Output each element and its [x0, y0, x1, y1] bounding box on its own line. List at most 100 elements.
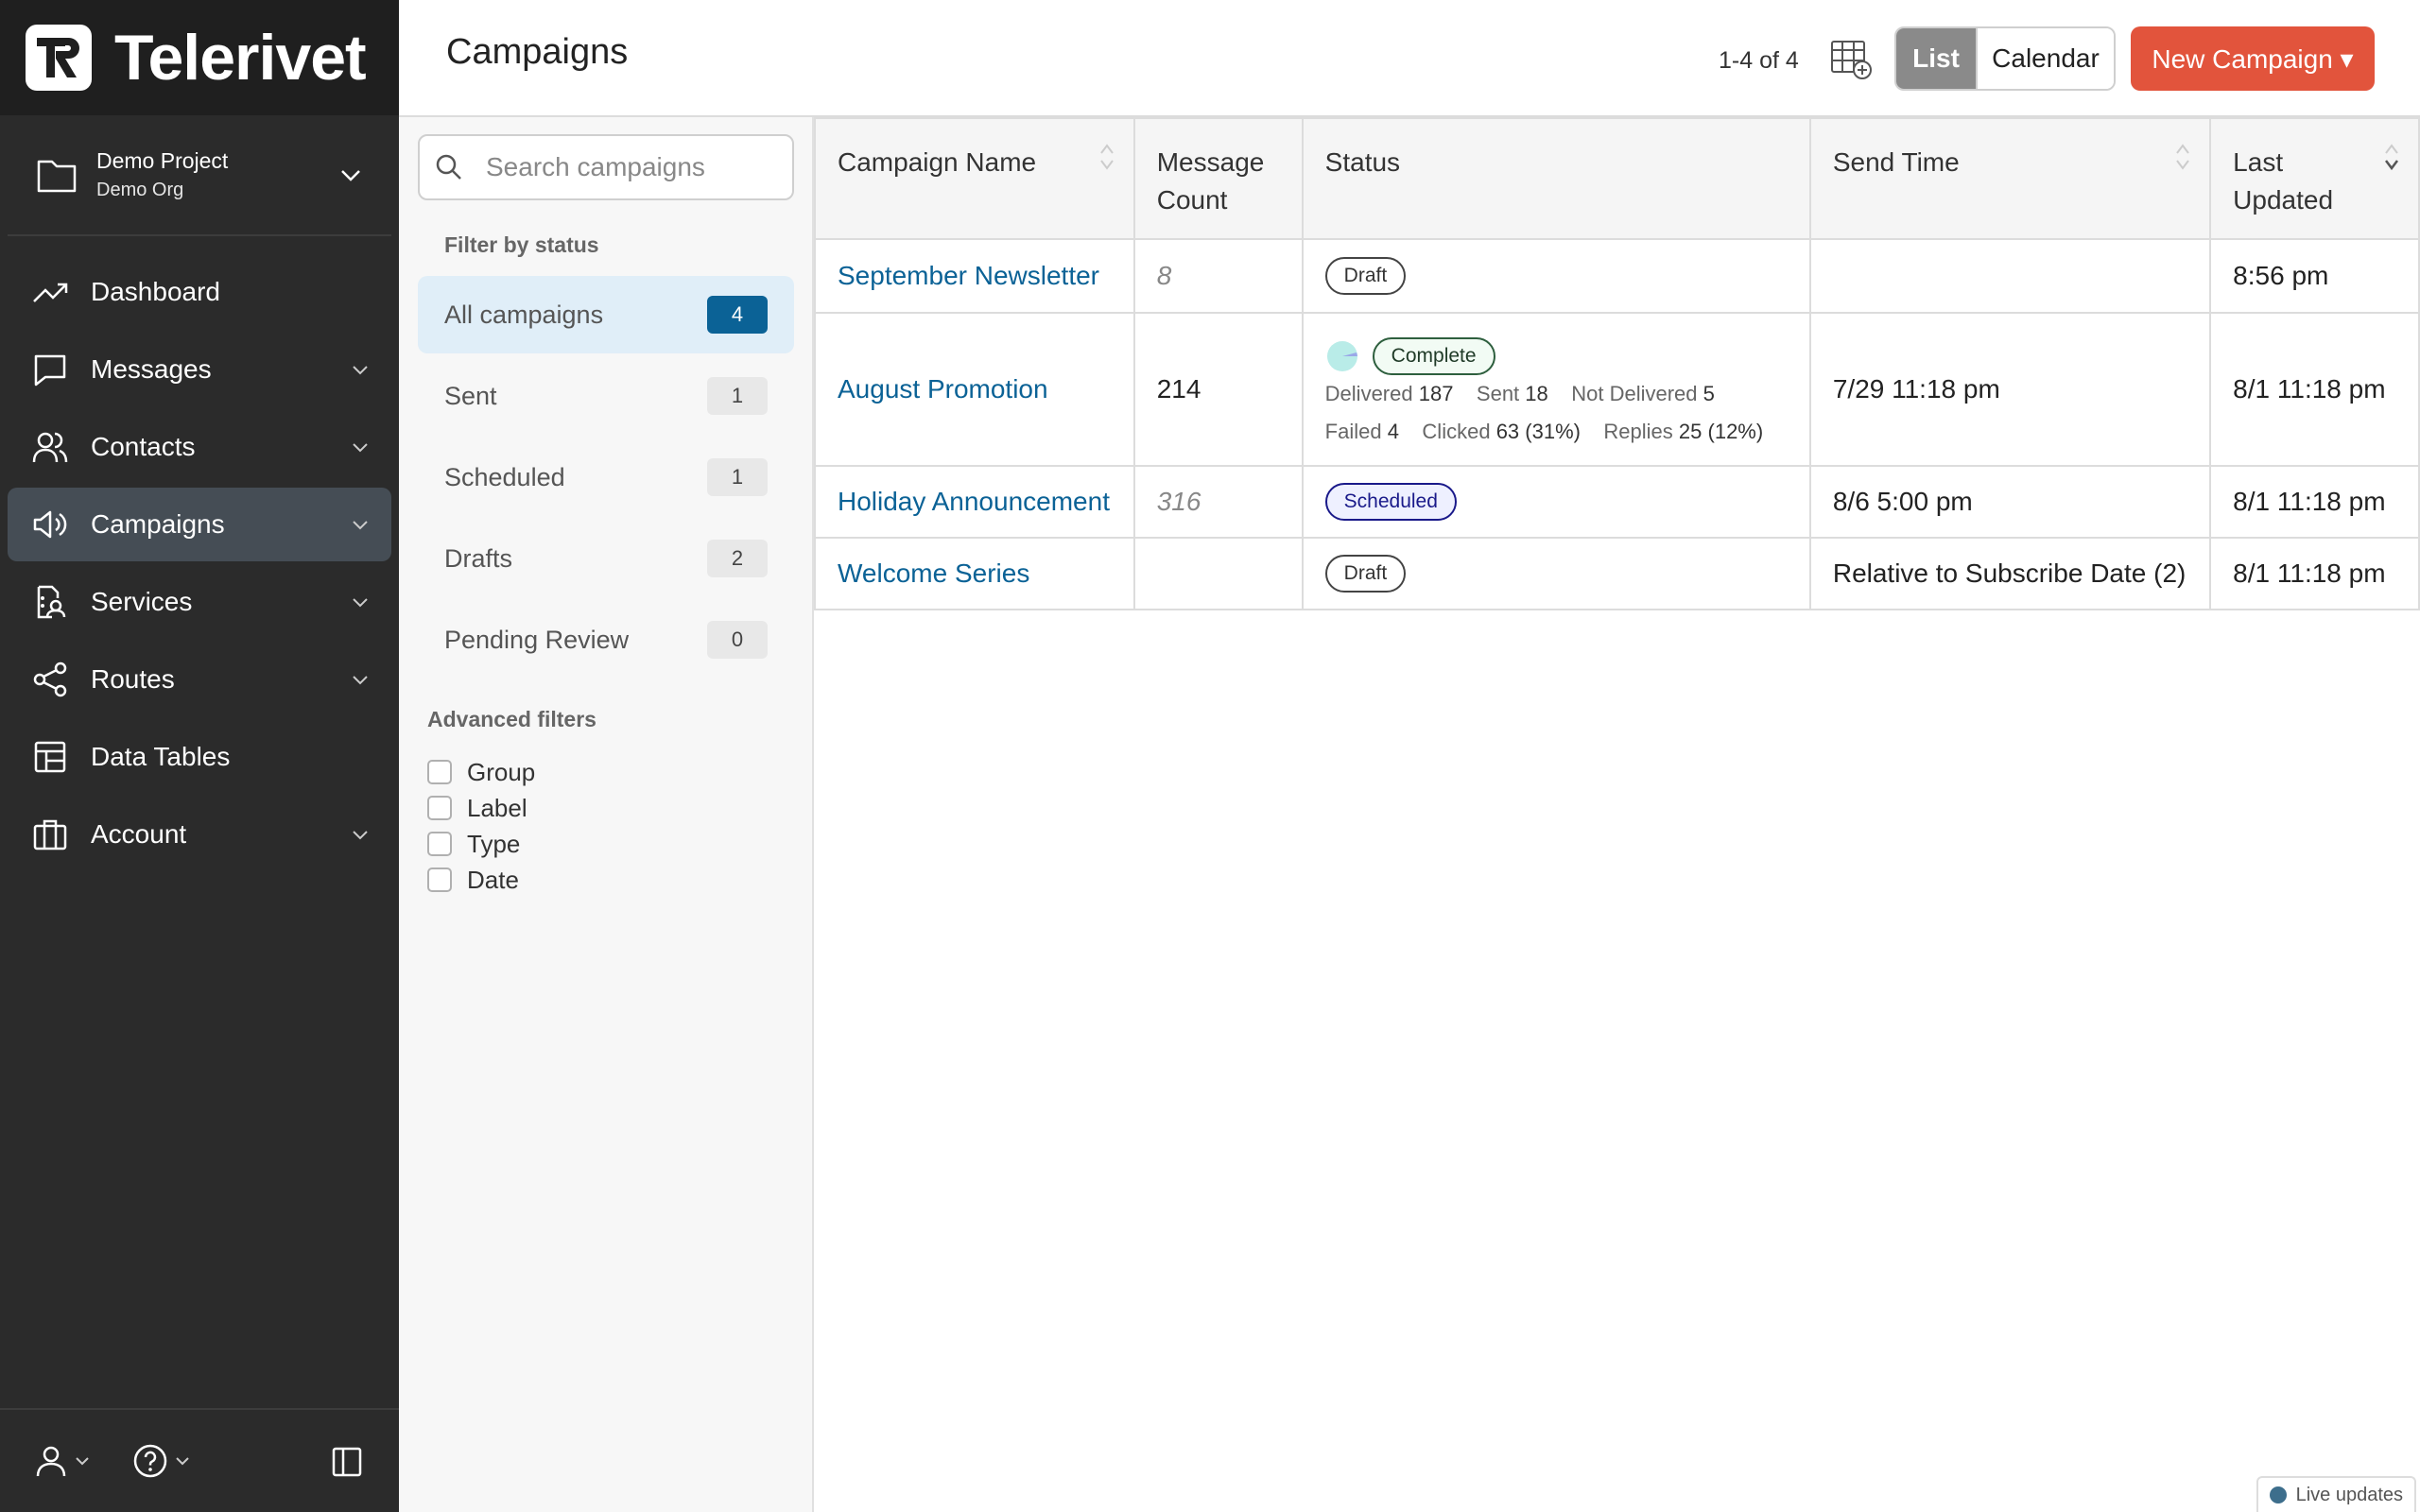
column-header-label: Status [1324, 147, 1401, 177]
status-filter-drafts[interactable]: Drafts 2 [418, 520, 794, 597]
filter-label: Label [467, 793, 527, 822]
column-header-message-count[interactable]: Message Count [1132, 117, 1304, 240]
column-header-send-time[interactable]: Send Time [1808, 117, 2212, 240]
stat-not-delivered: 5 [1703, 382, 1715, 405]
checkbox[interactable] [427, 760, 452, 784]
stat-sent: 18 [1525, 382, 1548, 405]
filter-type[interactable]: Type [427, 826, 535, 862]
status-filter-label: All campaigns [444, 300, 604, 329]
logo-bar: Telerivet [0, 0, 399, 115]
column-header-label: Message [1156, 147, 1265, 177]
help-menu-button[interactable] [132, 1443, 191, 1479]
status-filter-all[interactable]: All campaigns 4 [418, 276, 794, 353]
filter-label-option[interactable]: Label [427, 790, 535, 826]
add-table-icon[interactable] [1828, 36, 1874, 81]
filter-date[interactable]: Date [427, 862, 535, 898]
filter-group[interactable]: Group [427, 754, 535, 790]
campaign-name-link[interactable]: Holiday Announcement [838, 487, 1110, 516]
status-badge: Scheduled [1324, 483, 1457, 521]
table-row: September Newsletter 8 Draft 8:56 pm [814, 238, 2420, 314]
checkbox[interactable] [427, 868, 452, 892]
stat-label: Delivered [1324, 382, 1413, 405]
send-time: Relative to Subscribe Date (2) [1832, 558, 2187, 588]
live-updates-label: Live updates [2295, 1484, 2403, 1505]
nav-item-dashboard[interactable]: Dashboard [8, 255, 391, 329]
status-badge: Draft [1324, 555, 1407, 593]
search-icon [436, 154, 461, 180]
stat-label: Clicked [1422, 420, 1491, 443]
routes-icon [33, 662, 67, 697]
advanced-filters-heading: Advanced filters [427, 707, 596, 731]
view-toggle: List Calendar [1894, 26, 2116, 91]
checkbox[interactable] [427, 796, 452, 820]
sidebar-toggle-icon[interactable] [331, 1446, 363, 1478]
nav-item-messages[interactable]: Messages [8, 333, 391, 406]
stat-label: Replies [1603, 420, 1673, 443]
contacts-icon [32, 432, 68, 463]
last-updated: 8:56 pm [2233, 261, 2329, 290]
campaign-name-link[interactable]: Welcome Series [838, 558, 1029, 588]
help-icon [133, 1444, 167, 1478]
sidebar-footer [0, 1408, 399, 1512]
new-campaign-button[interactable]: New Campaign ▾ [2131, 26, 2375, 91]
status-filter-list: All campaigns 4 Sent 1 Scheduled 1 Draft… [418, 276, 794, 682]
telerivet-logo-icon[interactable] [26, 25, 92, 91]
stat-clicked: 63 (31%) [1495, 420, 1581, 443]
chevron-down-icon [353, 521, 368, 530]
chevron-down-icon [176, 1457, 189, 1466]
column-header-name[interactable]: Campaign Name [814, 117, 1135, 240]
stat-replies: 25 (12%) [1678, 420, 1764, 443]
status-filter-label: Drafts [444, 543, 513, 573]
list-view-button[interactable]: List [1896, 28, 1976, 89]
column-header-label: Count [1156, 185, 1228, 215]
nav-label: Contacts [91, 432, 196, 461]
status-filter-pending-review[interactable]: Pending Review 0 [418, 601, 794, 679]
nav-label: Dashboard [91, 277, 220, 306]
status-filter-label: Scheduled [444, 462, 565, 491]
user-menu-button[interactable] [34, 1444, 91, 1478]
column-header-last-updated[interactable]: Last Updated [2209, 117, 2420, 240]
search-input[interactable] [486, 152, 769, 182]
progress-pie-icon [1326, 341, 1357, 371]
app-name: Telerivet [114, 22, 367, 94]
nav-item-services[interactable]: Services [8, 565, 391, 639]
chevron-down-icon [353, 676, 368, 685]
org-name: Demo Org [96, 180, 184, 200]
column-header-label: Last [2233, 147, 2284, 177]
campaigns-table-area: Campaign Name Message Count Status Send … [814, 117, 2420, 1512]
filter-label: Group [467, 757, 536, 786]
briefcase-icon [33, 819, 67, 850]
nav-item-routes[interactable]: Routes [8, 643, 391, 716]
status-count-badge: 2 [707, 540, 768, 577]
nav-item-contacts[interactable]: Contacts [8, 410, 391, 484]
project-selector[interactable]: Demo Project Demo Org [8, 115, 391, 236]
nav-label: Campaigns [91, 509, 225, 539]
message-count: 8 [1156, 261, 1172, 290]
nav-item-data-tables[interactable]: Data Tables [8, 720, 391, 794]
table-icon [34, 741, 66, 773]
status-filter-scheduled[interactable]: Scheduled 1 [418, 438, 794, 516]
chevron-down-icon [353, 598, 368, 608]
chevron-down-icon [353, 443, 368, 453]
calendar-view-button[interactable]: Calendar [1976, 28, 2114, 89]
nav-item-account[interactable]: Account [8, 798, 391, 871]
nav-label: Account [91, 819, 187, 849]
services-icon [37, 585, 66, 619]
stat-failed: 4 [1387, 420, 1399, 443]
nav-label: Messages [91, 354, 212, 384]
sort-desc-icon [2385, 144, 2398, 171]
campaign-name-link[interactable]: August Promotion [838, 374, 1048, 404]
status-filter-sent[interactable]: Sent 1 [418, 357, 794, 435]
user-icon [36, 1446, 66, 1477]
campaign-name-link[interactable]: September Newsletter [838, 261, 1099, 290]
nav-item-campaigns[interactable]: Campaigns [8, 488, 391, 561]
column-header-status[interactable]: Status [1301, 117, 1811, 240]
status-count-badge: 4 [707, 296, 768, 334]
sort-icon [1099, 144, 1114, 170]
live-updates-indicator[interactable]: Live updates [2256, 1476, 2416, 1512]
column-header-label: Send Time [1832, 147, 1960, 177]
filter-label: Date [467, 865, 519, 894]
main-nav: Dashboard Messages Contacts Campaigns Se… [0, 236, 399, 871]
status-count-badge: 0 [707, 621, 768, 659]
checkbox[interactable] [427, 832, 452, 856]
